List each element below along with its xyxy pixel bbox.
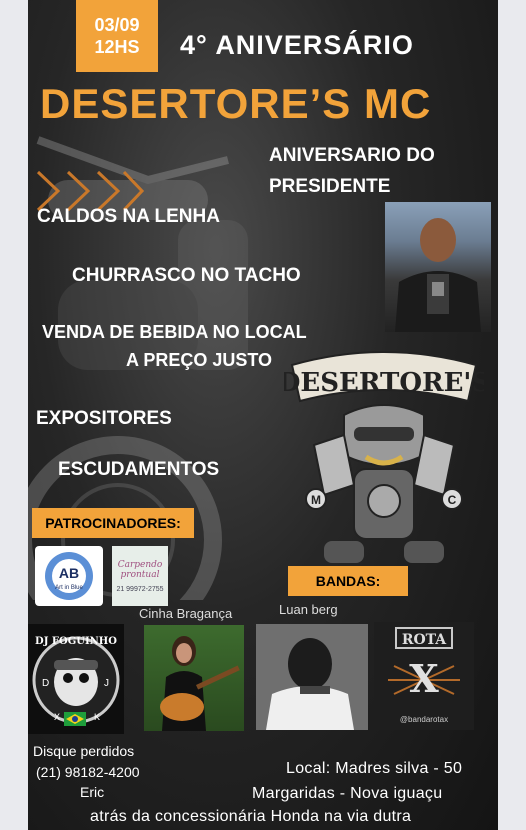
band1-logo-text: DJ FOGUINHO (35, 636, 117, 647)
event-date: 03/09 (94, 15, 140, 35)
highlight-bebida-line1: VENDA DE BEBIDA NO LOCAL (42, 322, 307, 342)
location-reference: atrás da concessionária Honda na via dut… (90, 808, 412, 825)
band-luan-berg-photo (256, 624, 368, 730)
location-address: Local: Madres silva - 50 (286, 760, 463, 777)
highlight-caldos: CALDOS NA LENHA (37, 206, 220, 227)
sponsor1-text: Art in Blue (55, 585, 83, 591)
date-badge: 03/09 12HS (76, 0, 158, 72)
band4-center-x: X (409, 656, 439, 701)
event-time: 12HS (94, 37, 140, 57)
sponsor-art-in-blue-logo: AB Art in Blue (35, 546, 103, 606)
contact-person: Eric (80, 784, 105, 800)
highlight-bebida-line2: A PREÇO JUSTO (126, 350, 273, 370)
band1-letter-x: X (54, 712, 60, 722)
club-name-title: DESERTORE’S MC (40, 80, 432, 127)
band-cinha-braganca-photo (144, 625, 244, 731)
anniversary-title: 4° ANIVERSÁRIO (180, 30, 414, 60)
contact-phone: (21) 98182-4200 (36, 764, 140, 780)
highlight-churrasco: CHURRASCO NO TACHO (72, 265, 301, 286)
bands-label: BANDAS: (288, 566, 408, 596)
band4-handle: @bandarotax (400, 715, 448, 724)
band1-letter-d: D (42, 678, 49, 689)
logo-letter-m: M (311, 493, 321, 507)
highlight-expositores: EXPOSITORES (36, 408, 172, 429)
sponsor2-text: Carpendo prontual (117, 559, 163, 580)
sponsor2-phone: 21 99972-2755 (116, 585, 164, 593)
club-logo-emblem: DESERTORE'S M C (284, 351, 484, 563)
band-luan-berg-name: Luan berg (279, 602, 338, 617)
location-neighborhood: Margaridas - Nova iguaçu (252, 785, 443, 802)
president-photo (385, 202, 491, 332)
president-birthday-line1: ANIVERSARIO DO (269, 145, 435, 166)
sponsor-card-logo: Carpendo prontual 21 99972-2755 (112, 546, 168, 606)
band-dj-foguinho-logo: DJ FOGUINHO D J X K (28, 624, 124, 734)
band1-letter-j: J (104, 678, 109, 689)
sponsors-label: PATROCINADORES: (32, 508, 194, 538)
band-cinha-braganca-name: Cinha Bragança (139, 606, 233, 621)
event-poster: 03/09 12HS 4° ANIVERSÁRIO DESERTORE’S MC… (28, 0, 498, 830)
band1-letter-k: K (94, 712, 100, 722)
logo-banner-text: DESERTORE'S (284, 368, 484, 398)
person-image (395, 218, 481, 332)
president-birthday-line2: PRESIDENTE (269, 176, 391, 197)
highlight-escudamentos: ESCUDAMENTOS (58, 459, 220, 480)
contact-label: Disque perdidos (33, 743, 135, 759)
sponsor1-mark: AB (59, 565, 79, 581)
logo-letter-c: C (448, 493, 457, 507)
band-rota-x-logo: ROTA X @bandarotax (374, 622, 474, 730)
band4-logo-text: ROTA (402, 632, 447, 648)
